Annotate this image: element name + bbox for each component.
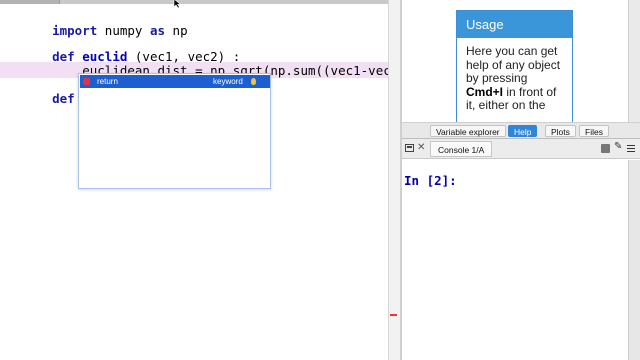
editor-tab-bar [0, 0, 388, 4]
eraser-icon[interactable]: ✎ [614, 141, 622, 152]
tab-files[interactable]: Files [579, 125, 609, 137]
console-tab[interactable]: Console 1/A [430, 141, 493, 157]
usage-title: Usage [457, 11, 572, 38]
menu-icon[interactable] [627, 145, 635, 152]
editor-file-tab[interactable] [0, 0, 60, 4]
tab-plots[interactable]: Plots [545, 125, 576, 137]
completion-item-return[interactable]: return keyword [80, 75, 270, 88]
right-pane: Usage Here you can get help of any objec… [400, 0, 640, 360]
tab-variable-explorer[interactable]: Variable explorer [430, 125, 506, 137]
completion-label: return [97, 77, 118, 86]
pane-tab-bar: Variable explorer Help Plots Files [402, 122, 640, 139]
editor-scrollbar[interactable] [388, 0, 400, 360]
tab-help[interactable]: Help [508, 125, 538, 137]
completion-kind: keyword [213, 77, 243, 86]
usage-text: Here you can get help of any object by p… [457, 38, 572, 113]
usage-box: Usage Here you can get help of any objec… [456, 10, 573, 122]
lightbulb-icon [251, 78, 256, 85]
help-panel: Usage Here you can get help of any objec… [402, 0, 628, 122]
stop-icon[interactable] [601, 144, 610, 153]
close-icon[interactable]: ✕ [417, 142, 425, 153]
mouse-pointer-icon [173, 0, 182, 8]
console-prompt: In [2]: [404, 173, 457, 188]
console-toolbar: ✕ Console 1/A ✎ [402, 139, 640, 159]
completion-popup[interactable]: return keyword [78, 73, 271, 189]
code-editor[interactable]: import numpy as np def euclid (vec1, vec… [0, 0, 388, 360]
keyword-icon [83, 78, 90, 85]
usage-text-part1: Here you can get help of any object by p… [466, 44, 561, 86]
browse-tabs-icon[interactable] [405, 144, 414, 152]
code-line-1[interactable]: import numpy as np [22, 7, 187, 38]
code-line-4[interactable]: euclidean_dist = np.sqrt(np.sum((vec1-ve… [22, 47, 388, 78]
error-marker[interactable] [390, 314, 397, 316]
ipython-console[interactable]: In [2]: [402, 160, 628, 360]
console-scrollbar[interactable] [628, 160, 640, 360]
usage-shortcut: Cmd+I [466, 84, 504, 99]
help-scrollbar[interactable] [628, 0, 640, 122]
keyword-def: def [52, 91, 75, 106]
